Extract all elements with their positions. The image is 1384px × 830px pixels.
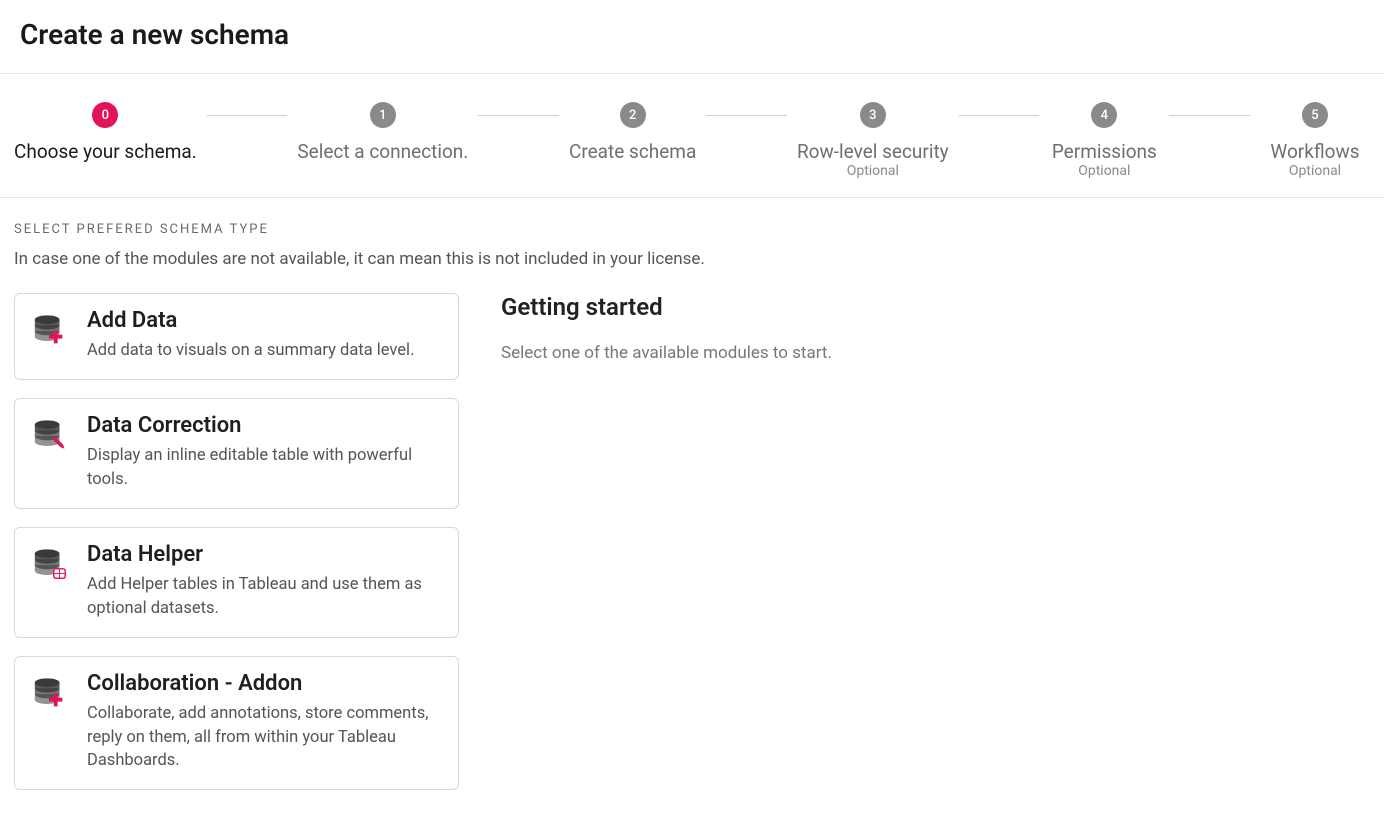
- card-desc: Collaborate, add annotations, store comm…: [87, 702, 442, 774]
- side-title: Getting started: [501, 293, 1370, 321]
- step-4[interactable]: 4 Permissions Optional: [1049, 102, 1159, 179]
- card-title: Collaboration - Addon: [87, 671, 442, 696]
- step-sublabel: Optional: [847, 163, 899, 179]
- step-label: Create schema: [569, 140, 696, 163]
- step-label: Row-level security: [797, 140, 949, 163]
- step-label: Workflows: [1270, 140, 1359, 163]
- step-circle: 2: [620, 102, 646, 128]
- schema-cards: Add Data Add data to visuals on a summar…: [14, 293, 459, 790]
- main-layout: Add Data Add data to visuals on a summar…: [14, 293, 1370, 790]
- card-body: Add Data Add data to visuals on a summar…: [87, 308, 442, 363]
- database-helper-icon: [31, 546, 69, 584]
- step-connector: [706, 115, 787, 116]
- card-title: Data Correction: [87, 413, 442, 438]
- card-body: Data Correction Display an inline editab…: [87, 413, 442, 492]
- content-area: Select Prefered Schema Type In case one …: [0, 198, 1384, 830]
- card-collaboration-addon[interactable]: Collaboration - Addon Collaborate, add a…: [14, 656, 459, 791]
- step-sublabel: Optional: [1078, 163, 1130, 179]
- step-circle: 5: [1302, 102, 1328, 128]
- step-connector: [478, 115, 559, 116]
- step-label: Permissions: [1052, 140, 1157, 163]
- step-5[interactable]: 5 Workflows Optional: [1260, 102, 1370, 179]
- side-desc: Select one of the available modules to s…: [501, 343, 1370, 363]
- card-desc: Add data to visuals on a summary data le…: [87, 339, 442, 363]
- database-plus-icon: [31, 675, 69, 713]
- side-panel: Getting started Select one of the availa…: [501, 293, 1370, 363]
- card-data-helper[interactable]: Data Helper Add Helper tables in Tableau…: [14, 527, 459, 638]
- step-circle: 4: [1091, 102, 1117, 128]
- step-3[interactable]: 3 Row-level security Optional: [797, 102, 949, 179]
- card-desc: Display an inline editable table with po…: [87, 444, 442, 492]
- page-title: Create a new schema: [20, 18, 1364, 51]
- database-plus-icon: [31, 312, 69, 350]
- step-label: Choose your schema.: [14, 140, 197, 163]
- step-connector: [1169, 115, 1250, 116]
- step-circle: 3: [860, 102, 886, 128]
- step-label: Select a connection.: [297, 140, 468, 163]
- step-0[interactable]: 0 Choose your schema.: [14, 102, 197, 163]
- card-add-data[interactable]: Add Data Add data to visuals on a summar…: [14, 293, 459, 380]
- card-title: Add Data: [87, 308, 442, 333]
- step-2[interactable]: 2 Create schema: [569, 102, 696, 163]
- card-desc: Add Helper tables in Tableau and use the…: [87, 573, 442, 621]
- section-label: Select Prefered Schema Type: [14, 222, 1370, 237]
- step-circle: 1: [370, 102, 396, 128]
- page-header: Create a new schema: [0, 0, 1384, 74]
- section-desc: In case one of the modules are not avail…: [14, 249, 1370, 269]
- step-1[interactable]: 1 Select a connection.: [297, 102, 468, 163]
- step-circle: 0: [92, 102, 118, 128]
- card-body: Collaboration - Addon Collaborate, add a…: [87, 671, 442, 774]
- step-sublabel: Optional: [1289, 163, 1341, 179]
- card-title: Data Helper: [87, 542, 442, 567]
- step-connector: [207, 115, 288, 116]
- card-body: Data Helper Add Helper tables in Tableau…: [87, 542, 442, 621]
- step-connector: [959, 115, 1040, 116]
- database-edit-icon: [31, 417, 69, 455]
- stepper: 0 Choose your schema. 1 Select a connect…: [0, 74, 1384, 198]
- card-data-correction[interactable]: Data Correction Display an inline editab…: [14, 398, 459, 509]
